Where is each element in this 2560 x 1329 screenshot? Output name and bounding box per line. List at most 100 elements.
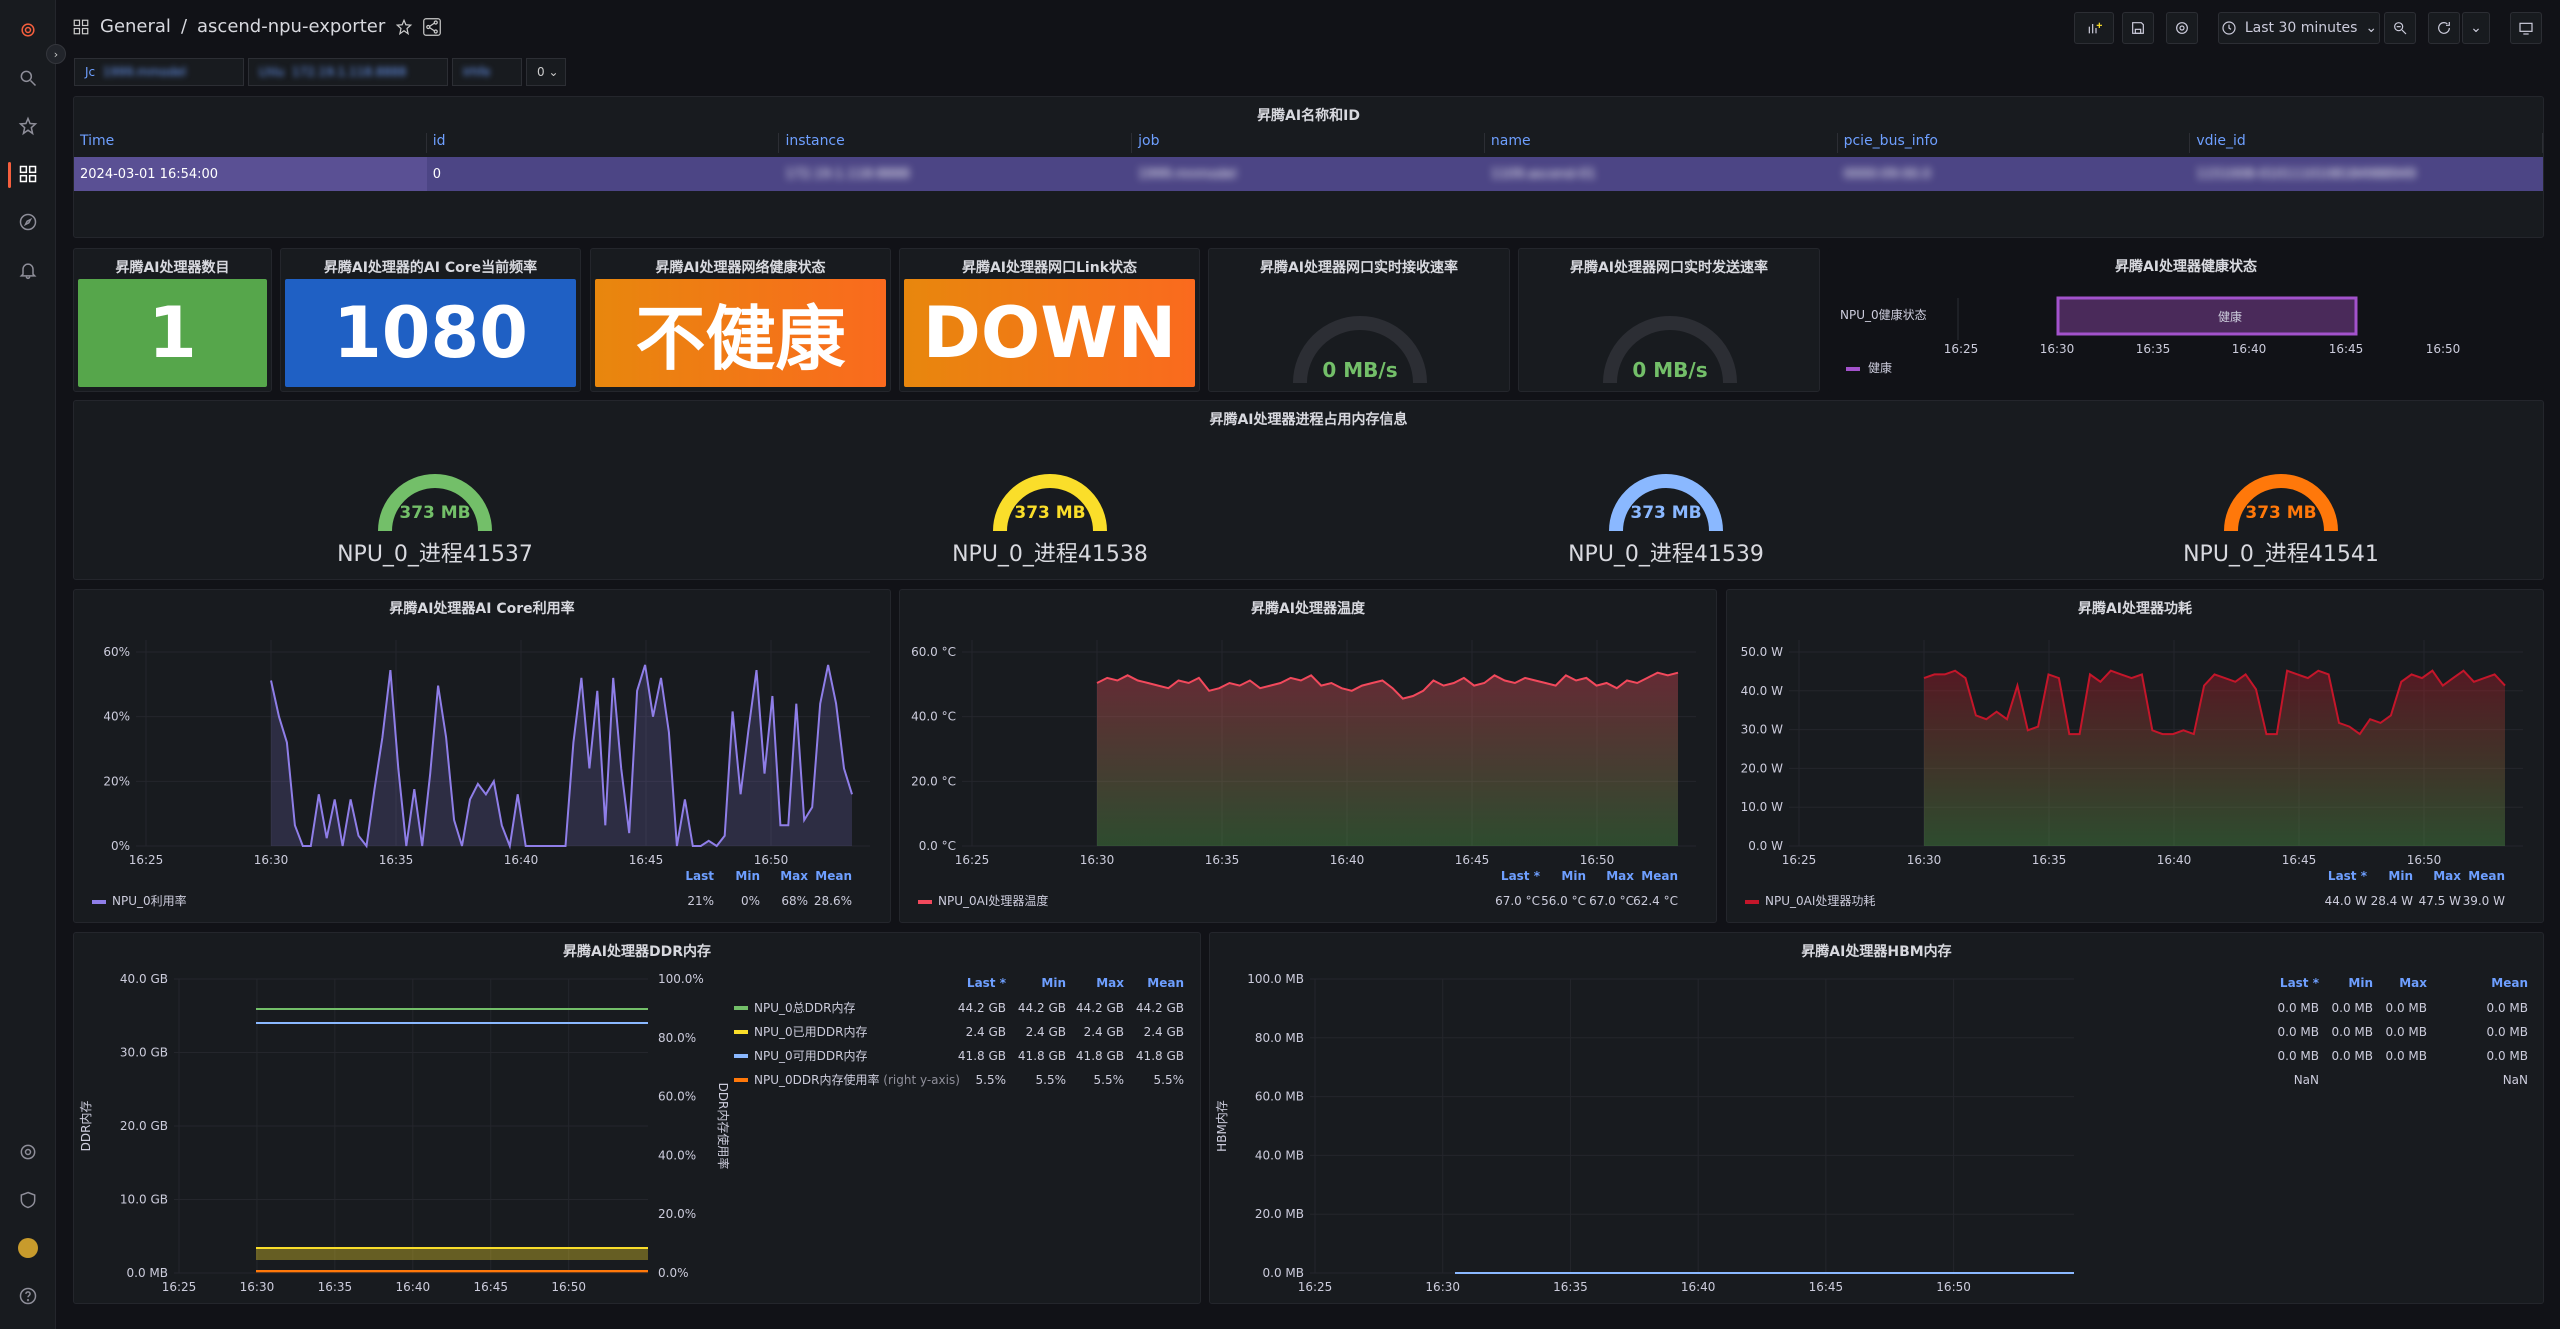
legend-value: 39.0 W xyxy=(2463,894,2506,908)
x-tick-label: 16:35 xyxy=(2136,342,2171,356)
column-header[interactable]: vdie_id xyxy=(2190,133,2543,153)
table-cell: 172.19.1.118:8888 xyxy=(785,166,910,182)
x-tick-label: 16:25 xyxy=(955,853,990,867)
rx-rate-value: 0 MB/s xyxy=(1322,358,1397,382)
search-icon[interactable] xyxy=(12,62,44,94)
legend-value: 21% xyxy=(687,894,714,908)
x-tick-label: 16:25 xyxy=(162,1280,197,1294)
y-tick-label: 0.0 °C xyxy=(919,839,956,853)
legend-header: Min xyxy=(1561,869,1586,883)
stat-panel-link: 昇腾AI处理器网口Link状态 DOWN xyxy=(899,248,1200,392)
variable-value: 172.19.1.118.8888 xyxy=(291,65,407,79)
legend-header: Max xyxy=(2399,976,2427,990)
x-tick-label: 16:45 xyxy=(1809,1280,1844,1294)
y-tick-label: 0.0 W xyxy=(1748,839,1783,853)
legend-label[interactable]: 健康 xyxy=(1868,360,1892,375)
shield-icon[interactable] xyxy=(12,1184,44,1216)
column-header[interactable]: Time xyxy=(74,133,427,153)
chevron-down-icon: ⌄ xyxy=(2365,20,2378,36)
variable-instance[interactable]: Lhlu 172.19.1.118.8888 xyxy=(248,58,448,86)
tx-rate-value: 0 MB/s xyxy=(1632,358,1707,382)
help-icon[interactable] xyxy=(12,1280,44,1312)
save-icon[interactable] xyxy=(2122,12,2154,44)
legend-value: 2.4 GB xyxy=(1026,1025,1066,1039)
legend-value: 68% xyxy=(781,894,808,908)
dashboards-icon[interactable] xyxy=(12,158,44,190)
series-area xyxy=(1924,670,2505,846)
legend-label: NPU_0AI处理器功耗 xyxy=(1765,894,1875,908)
variable-id[interactable]: Irhfe xyxy=(452,58,522,86)
time-range-picker[interactable]: Last 30 minutes ⌄ xyxy=(2218,12,2380,44)
zoom-out-icon[interactable] xyxy=(2384,12,2416,44)
alerting-bell-icon[interactable] xyxy=(12,254,44,286)
tv-mode-icon[interactable] xyxy=(2510,12,2542,44)
legend-value: 41.8 GB xyxy=(1018,1049,1066,1063)
column-header[interactable]: name xyxy=(1485,133,1838,153)
legend-value: 67.0 °C xyxy=(1589,894,1634,908)
x-tick-label: 16:25 xyxy=(1298,1280,1333,1294)
dashboard-title[interactable]: ascend-npu-exporter xyxy=(197,16,385,37)
time-range-label: Last 30 minutes xyxy=(2244,20,2358,36)
gauge-value: 373 MB xyxy=(1630,503,1701,523)
y2-tick-label: 0.0% xyxy=(658,1266,689,1280)
settings-gear-icon[interactable] xyxy=(2166,12,2198,44)
column-header[interactable]: job xyxy=(1132,133,1485,153)
share-icon[interactable] xyxy=(423,17,442,36)
y-axis-label: HBM内存 xyxy=(1215,1100,1229,1152)
legend-label: NPU_0可用DDR内存 xyxy=(754,1049,867,1063)
gauge-label: NPU_0_进程41541 xyxy=(2183,542,2379,567)
legend-value: 41.8 GB xyxy=(1076,1049,1124,1063)
x-tick-label: 16:30 xyxy=(254,853,289,867)
legend-value: 41.8 GB xyxy=(1136,1049,1184,1063)
grafana-logo-icon[interactable] xyxy=(12,14,44,46)
y-tick-label: 20.0 W xyxy=(1741,761,1784,775)
y-tick-label: 10.0 GB xyxy=(120,1193,168,1207)
column-header[interactable]: instance xyxy=(779,133,1133,153)
refresh-interval-dropdown[interactable]: ⌄ xyxy=(2462,12,2490,44)
refresh-icon[interactable] xyxy=(2428,12,2460,44)
x-tick-label: 16:50 xyxy=(1580,853,1615,867)
state-timeline: NPU_0健康状态 健康 16:25 16:30 16:35 16:40 16:… xyxy=(1840,296,2460,375)
y-tick-label: 60.0 °C xyxy=(911,645,956,659)
variable-job[interactable]: Jc 1999.mmodel xyxy=(74,58,244,86)
x-tick-label: 16:30 xyxy=(1425,1280,1460,1294)
breadcrumb-folder[interactable]: General xyxy=(100,16,171,37)
legend-header: Min xyxy=(735,869,760,883)
legend-value: 0.0 MB xyxy=(2487,1025,2528,1039)
variables-bar: Jc 1999.mmodel Lhlu 172.19.1.118.8888 Ir… xyxy=(74,58,566,86)
star-icon[interactable] xyxy=(12,110,44,142)
rx-gauge: 0 MB/s xyxy=(1293,316,1427,384)
avatar[interactable] xyxy=(12,1232,44,1264)
y-tick-label: 10.0 W xyxy=(1741,800,1784,814)
temperature-chart: 60.0 °C 40.0 °C 20.0 °C 0.0 °C16:25 16:30 16:… xyxy=(911,640,1696,908)
legend-header: Max xyxy=(1096,976,1124,990)
column-header[interactable]: id xyxy=(427,133,780,153)
explore-icon[interactable] xyxy=(12,206,44,238)
legend-swatch xyxy=(1745,900,1759,904)
legend-header: Max xyxy=(780,869,808,883)
x-tick-label: 16:45 xyxy=(473,1280,508,1294)
y2-tick-label: 40.0% xyxy=(658,1148,696,1162)
memory-gauge: 373 MB NPU_0_进程41541 xyxy=(2183,474,2379,567)
y-tick-label: 0.0 MB xyxy=(127,1266,168,1280)
x-tick-label: 16:40 xyxy=(504,853,539,867)
breadcrumb-separator: / xyxy=(180,16,188,37)
star-icon[interactable] xyxy=(395,18,413,36)
table-cell: 0 xyxy=(426,157,780,191)
chart-panel-hbm: 昇腾AI处理器HBM内存 100.0 MB 80.0 MB 60.0 MB 40.0 M… xyxy=(1209,932,2544,1304)
column-header[interactable]: pcie_bus_info xyxy=(1838,133,2191,153)
state-bar[interactable] xyxy=(2056,296,2358,336)
health-state-panel: 昇腾AI处理器健康状态 NPU_0健康状态 健康 16:25 16:30 16:… xyxy=(1828,248,2544,392)
add-panel-button[interactable] xyxy=(2074,12,2114,44)
stat-panel-frequency: 昇腾AI处理器的AI Core当前频率 1080 xyxy=(280,248,581,392)
y-tick-label: 30.0 GB xyxy=(120,1046,168,1060)
series-area xyxy=(271,664,852,846)
series-area xyxy=(256,1248,648,1260)
legend-header: Mean xyxy=(1641,869,1678,883)
hbm-chart: 100.0 MB 80.0 MB 60.0 MB 40.0 MB 20.0 MB 0.0 … xyxy=(1215,972,2528,1294)
stat-value: 1 xyxy=(78,279,267,387)
tx-gauge: 0 MB/s xyxy=(1603,316,1737,384)
variable-value-dropdown[interactable]: 0 ⌄ xyxy=(526,58,566,86)
legend-value: 0.0 MB xyxy=(2332,1001,2373,1015)
gear-icon[interactable] xyxy=(12,1136,44,1168)
